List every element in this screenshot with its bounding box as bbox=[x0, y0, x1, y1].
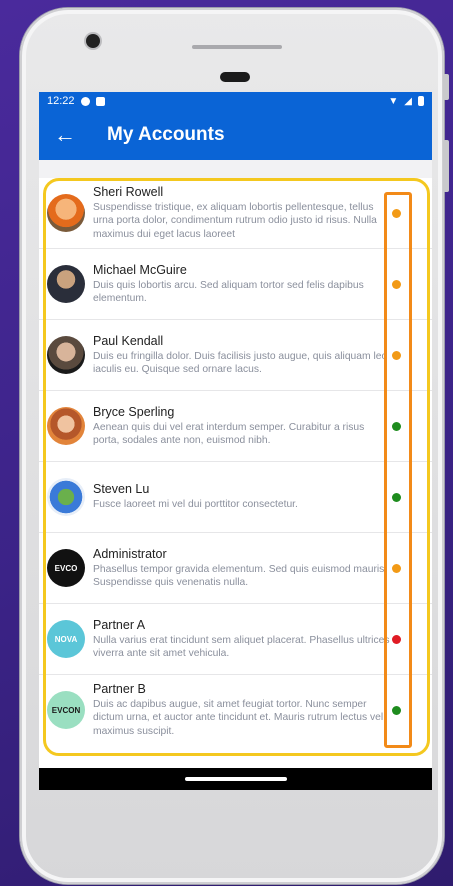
app-bar: ← My Accounts bbox=[39, 110, 432, 160]
account-row[interactable]: EVCON Partner B Duis ac dapibus augue, s… bbox=[39, 675, 432, 745]
navigation-bar bbox=[39, 768, 432, 790]
wifi-icon: ▼ bbox=[388, 95, 399, 107]
avatar bbox=[47, 265, 85, 303]
avatar-logo-text: EVCON bbox=[51, 705, 81, 715]
account-name: Partner A bbox=[93, 617, 146, 632]
account-row[interactable]: NOVA Partner A Nulla varius erat tincidu… bbox=[39, 604, 432, 675]
accounts-list: Sheri Rowell Suspendisse tristique, ex a… bbox=[39, 178, 432, 756]
page-title: My Accounts bbox=[107, 124, 225, 145]
notification-icon bbox=[80, 96, 90, 106]
phone-side-button bbox=[443, 74, 449, 100]
status-bar: 12:22 ▼ ◢ bbox=[39, 92, 432, 110]
avatar bbox=[47, 407, 85, 445]
account-description: Fusce laoreet mi vel dui porttitor conse… bbox=[93, 499, 298, 511]
status-dot bbox=[392, 492, 401, 502]
status-time: 12:22 bbox=[47, 95, 75, 107]
account-row[interactable]: Paul Kendall Duis eu fringilla dolor. Du… bbox=[39, 320, 432, 391]
battery-icon bbox=[418, 96, 424, 106]
account-description: Suspendisse tristique, ex aliquam lobort… bbox=[93, 201, 377, 240]
app-notification-icon bbox=[95, 96, 105, 106]
account-name: Michael McGuire bbox=[93, 262, 187, 277]
status-dot bbox=[392, 208, 401, 218]
account-name: Bryce Sperling bbox=[93, 404, 175, 419]
account-row[interactable]: Steven Lu Fusce laoreet mi vel dui portt… bbox=[39, 462, 432, 533]
avatar bbox=[47, 194, 85, 232]
proximity-sensor bbox=[220, 72, 250, 82]
account-description: Phasellus tempor gravida elementum. Sed … bbox=[93, 563, 388, 588]
front-camera bbox=[86, 34, 100, 48]
avatar-logo-text: EVCO bbox=[54, 563, 78, 573]
account-description: Aenean quis dui vel erat interdum semper… bbox=[93, 421, 365, 446]
phone-frame: 12:22 ▼ ◢ ← My Accounts Sheri Rowell Sus… bbox=[20, 8, 449, 884]
earpiece-speaker bbox=[192, 45, 282, 49]
account-row[interactable]: Bryce Sperling Aenean quis dui vel erat … bbox=[39, 391, 432, 462]
account-description: Duis quis lobortis arcu. Sed aliquam tor… bbox=[93, 279, 364, 304]
home-gesture-pill[interactable] bbox=[185, 777, 287, 781]
account-name: Paul Kendall bbox=[93, 333, 164, 348]
status-dot bbox=[392, 634, 401, 644]
signal-icon: ◢ bbox=[404, 95, 412, 107]
status-dot bbox=[392, 421, 401, 431]
status-dot bbox=[392, 279, 401, 289]
phone-screen: 12:22 ▼ ◢ ← My Accounts Sheri Rowell Sus… bbox=[39, 92, 432, 790]
avatar: EVCO bbox=[47, 549, 85, 587]
avatar-logo-text: NOVA bbox=[54, 634, 78, 644]
account-description: Duis eu fringilla dolor. Duis facilisis … bbox=[93, 350, 388, 375]
status-dot bbox=[392, 563, 401, 573]
account-name: Partner B bbox=[93, 681, 146, 696]
account-name: Administrator bbox=[93, 546, 167, 561]
account-row[interactable]: Michael McGuire Duis quis lobortis arcu.… bbox=[39, 249, 432, 320]
avatar bbox=[47, 478, 85, 516]
status-dot bbox=[392, 705, 401, 715]
arrow-left-icon[interactable]: ← bbox=[39, 124, 91, 146]
status-dot bbox=[392, 350, 401, 360]
account-description: Duis ac dapibus augue, sit amet feugiat … bbox=[93, 698, 384, 737]
account-description: Nulla varius erat tincidunt sem aliquet … bbox=[93, 634, 390, 659]
list-top-spacer bbox=[39, 160, 432, 178]
avatar bbox=[47, 336, 85, 374]
account-name: Steven Lu bbox=[93, 482, 150, 497]
account-name: Sheri Rowell bbox=[93, 184, 164, 199]
avatar: NOVA bbox=[47, 620, 85, 658]
phone-volume-button bbox=[443, 140, 449, 192]
account-row[interactable]: EVCO Administrator Phasellus tempor grav… bbox=[39, 533, 432, 604]
avatar: EVCON bbox=[47, 691, 85, 729]
account-row[interactable]: Sheri Rowell Suspendisse tristique, ex a… bbox=[39, 178, 432, 249]
